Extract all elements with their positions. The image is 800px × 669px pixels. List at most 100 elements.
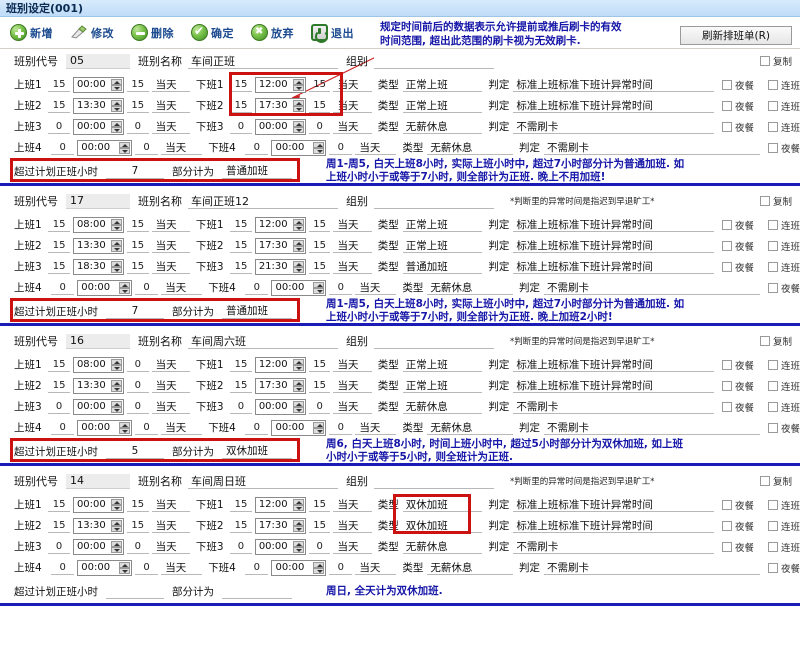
clock-out-day[interactable]: 当天: [333, 357, 372, 372]
clock-in-time-spinner-arrows[interactable]: [110, 120, 122, 134]
clock-out-time-spinner-arrows[interactable]: [292, 120, 304, 134]
type-input[interactable]: 正常上班: [402, 378, 483, 393]
clock-in-before-minutes[interactable]: 15: [48, 77, 70, 92]
continuous-shift-checkbox-box[interactable]: [768, 100, 778, 111]
clock-in-time-spinner[interactable]: 00:00: [72, 496, 124, 513]
clock-out-time-spinner[interactable]: 12:00: [254, 356, 306, 373]
type-input[interactable]: 无薪休息: [427, 140, 514, 155]
continuous-shift-checkbox[interactable]: 连班: [768, 498, 800, 512]
judge-input[interactable]: 标准上班标准下班计异常时间: [513, 378, 714, 393]
continuous-shift-checkbox[interactable]: 连班: [768, 358, 800, 372]
clock-out-time-spinner-arrows[interactable]: [292, 498, 304, 512]
clock-out-time-spinner[interactable]: 12:00: [254, 216, 306, 233]
type-input[interactable]: 无薪休息: [427, 420, 514, 435]
type-input[interactable]: 无薪休息: [402, 399, 483, 414]
clock-out-time-spinner[interactable]: 00:00: [254, 398, 306, 415]
overtime-hours-input[interactable]: 7: [106, 304, 164, 319]
continuous-shift-checkbox[interactable]: 连班: [768, 400, 800, 414]
clock-in-before-minutes[interactable]: 0: [50, 140, 75, 155]
judge-input[interactable]: 标准上班标准下班计异常时间: [513, 238, 714, 253]
clock-out-day[interactable]: 当天: [333, 77, 372, 92]
clock-in-day[interactable]: 当天: [151, 399, 190, 414]
type-input[interactable]: 正常上班: [402, 77, 483, 92]
clock-out-day[interactable]: 当天: [333, 217, 372, 232]
copy-checkbox-box[interactable]: [759, 476, 770, 486]
copy-checkbox[interactable]: 复制: [759, 474, 792, 488]
clock-out-day[interactable]: 当天: [355, 280, 397, 295]
clock-out-before-minutes[interactable]: 15: [230, 77, 252, 92]
shift-name-input[interactable]: 车间周六班: [188, 333, 338, 349]
clock-in-after-minutes[interactable]: 15: [126, 217, 149, 232]
night-meal-checkbox-box[interactable]: [768, 282, 778, 293]
clock-out-after-minutes[interactable]: 15: [308, 497, 331, 512]
overtime-hours-input[interactable]: 7: [106, 164, 164, 179]
clock-in-after-minutes[interactable]: 15: [126, 259, 149, 274]
judge-input[interactable]: 标准上班标准下班计异常时间: [513, 259, 714, 274]
clock-out-day[interactable]: 当天: [355, 420, 397, 435]
clock-in-day[interactable]: 当天: [151, 539, 190, 554]
clock-in-before-minutes[interactable]: 15: [48, 238, 70, 253]
clock-in-day[interactable]: 当天: [161, 280, 203, 295]
judge-input[interactable]: 标准上班标准下班计异常时间: [513, 77, 714, 92]
continuous-shift-checkbox-box[interactable]: [768, 499, 778, 510]
judge-input[interactable]: 不需刷卡: [513, 539, 714, 554]
overtime-type-input[interactable]: 普通加班: [222, 164, 292, 179]
clock-out-time-spinner[interactable]: 12:00: [254, 76, 306, 93]
clock-out-before-minutes[interactable]: 0: [245, 560, 269, 575]
night-meal-checkbox-box[interactable]: [721, 380, 732, 391]
clock-out-time-spinner-arrows[interactable]: [292, 260, 304, 274]
clock-out-before-minutes[interactable]: 15: [230, 238, 252, 253]
clock-out-time-spinner-arrows[interactable]: [313, 141, 325, 155]
clock-out-day[interactable]: 当天: [333, 238, 372, 253]
continuous-shift-checkbox[interactable]: 连班: [768, 218, 800, 232]
type-input[interactable]: 正常上班: [402, 217, 483, 232]
clock-in-time-spinner[interactable]: 13:30: [72, 517, 124, 534]
clock-in-day[interactable]: 当天: [151, 119, 190, 134]
clock-out-before-minutes[interactable]: 0: [245, 420, 269, 435]
clock-in-time-spinner[interactable]: 08:00: [72, 356, 124, 373]
clock-out-time-spinner[interactable]: 17:30: [254, 237, 306, 254]
clock-out-after-minutes[interactable]: 15: [308, 238, 331, 253]
overtime-hours-input[interactable]: [106, 584, 164, 599]
night-meal-checkbox[interactable]: 夜餐: [721, 498, 754, 512]
clock-out-before-minutes[interactable]: 15: [230, 98, 252, 113]
type-input[interactable]: 无薪休息: [427, 280, 514, 295]
clock-in-time-spinner[interactable]: 08:00: [72, 216, 124, 233]
night-meal-checkbox[interactable]: 夜餐: [721, 519, 754, 533]
group-input[interactable]: [374, 193, 494, 209]
clock-out-after-minutes[interactable]: 0: [329, 140, 353, 155]
overtime-hours-input[interactable]: 5: [106, 444, 164, 459]
judge-input[interactable]: 标准上班标准下班计异常时间: [513, 217, 714, 232]
continuous-shift-checkbox-box[interactable]: [768, 380, 778, 391]
clock-out-after-minutes[interactable]: 0: [329, 420, 353, 435]
clock-out-before-minutes[interactable]: 15: [230, 378, 252, 393]
copy-checkbox-box[interactable]: [759, 56, 770, 66]
overtime-type-input[interactable]: 双休加班: [222, 444, 292, 459]
continuous-shift-checkbox-box[interactable]: [768, 219, 778, 230]
confirm-button[interactable]: 确定: [189, 23, 236, 42]
clock-in-before-minutes[interactable]: 15: [48, 259, 70, 274]
clock-out-time-spinner[interactable]: 00:00: [271, 419, 327, 436]
clock-in-before-minutes[interactable]: 0: [48, 539, 70, 554]
clock-out-before-minutes[interactable]: 15: [230, 217, 252, 232]
night-meal-checkbox-box[interactable]: [721, 240, 732, 251]
clock-in-time-spinner-arrows[interactable]: [118, 281, 130, 295]
shift-code-value[interactable]: 17: [66, 193, 130, 209]
clock-out-time-spinner[interactable]: 00:00: [254, 538, 306, 555]
clock-out-time-spinner-arrows[interactable]: [313, 281, 325, 295]
clock-in-day[interactable]: 当天: [151, 497, 190, 512]
clock-in-after-minutes[interactable]: 0: [134, 280, 159, 295]
night-meal-checkbox[interactable]: 夜餐: [768, 141, 800, 155]
clock-out-day[interactable]: 当天: [333, 378, 372, 393]
modify-button[interactable]: 修改: [68, 24, 116, 42]
judge-input[interactable]: 不需刷卡: [513, 399, 714, 414]
night-meal-checkbox-box[interactable]: [768, 422, 778, 433]
clock-in-time-spinner-arrows[interactable]: [110, 379, 122, 393]
exit-button[interactable]: 退出: [309, 23, 356, 43]
clock-in-before-minutes[interactable]: 0: [48, 399, 70, 414]
clock-in-before-minutes[interactable]: 15: [48, 378, 70, 393]
clock-out-time-spinner-arrows[interactable]: [313, 421, 325, 435]
shift-name-input[interactable]: 车间周日班: [188, 473, 338, 489]
clock-out-after-minutes[interactable]: 15: [308, 378, 331, 393]
cancel-button[interactable]: 放弃: [249, 23, 296, 42]
